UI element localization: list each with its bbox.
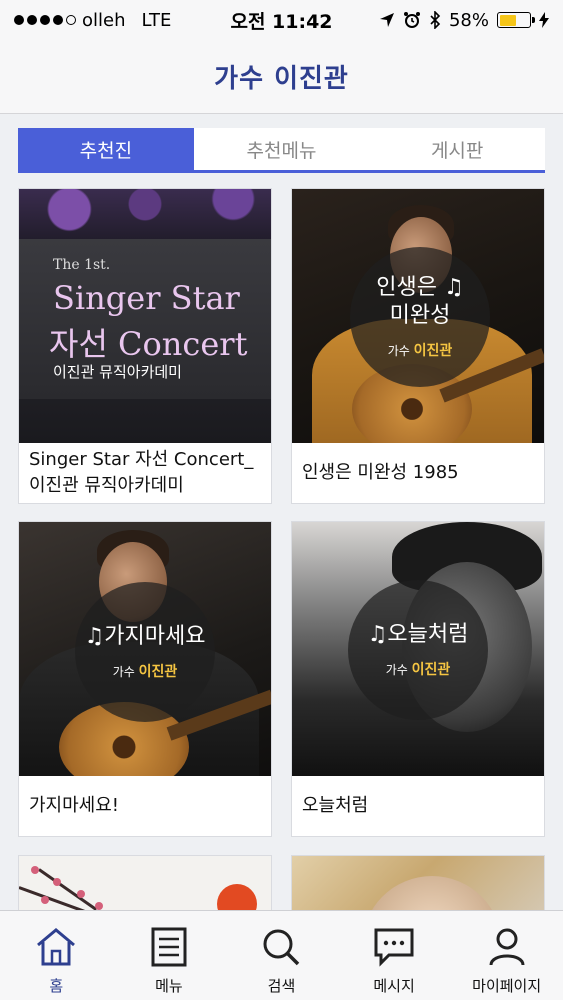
nav-label: 검색 [267, 977, 296, 995]
thumb-text: 이진관 뮤직아카데미 [53, 363, 182, 381]
search-icon [259, 925, 303, 969]
person-icon [485, 925, 529, 969]
card-thumbnail: ♫오늘처럼 가수 이진관 [292, 522, 544, 776]
tab-board[interactable]: 게시판 [369, 128, 545, 170]
status-time: 오전 11:42 [230, 10, 333, 33]
nav-mypage[interactable]: 마이페이지 [450, 911, 563, 1000]
title-circle: ♫오늘처럼 가수 이진관 [348, 580, 488, 720]
bluetooth-icon [430, 11, 441, 29]
bottom-navigation: 홈 메뉴 검색 메시지 마이페이지 [0, 910, 563, 1000]
card-caption: Singer Star 자선 Concert_이진관 뮤직아카데미 [29, 449, 254, 496]
status-right: 58% [359, 10, 549, 31]
tab-recommended[interactable]: 추천진 [18, 128, 194, 170]
message-icon [372, 925, 416, 969]
charging-bolt-icon [539, 12, 549, 28]
nav-label: 메뉴 [155, 977, 183, 995]
card-thumbnail: ♫가지마세요 가수 이진관 [19, 522, 271, 776]
signal-strength-icon [14, 15, 76, 25]
content-card[interactable]: ♫가지마세요 가수 이진관 가지마세요! [18, 521, 272, 837]
thumb-text: Singer Star [53, 279, 240, 317]
nav-menu[interactable]: 메뉴 [113, 911, 226, 1000]
tab-recommended-menu[interactable]: 추천메뉴 [194, 128, 370, 170]
nav-label: 메시지 [373, 977, 415, 995]
card-thumbnail: 인생은 ♫ 미완성 가수 이진관 [292, 189, 544, 443]
page-title: 가수 이진관 [214, 64, 349, 94]
thumb-text: 자선 Concert [49, 325, 248, 363]
battery-percent: 58% [448, 9, 489, 31]
card-caption: 오늘처럼 [302, 795, 369, 816]
nav-message[interactable]: 메시지 [338, 911, 451, 1000]
thumb-text: The 1st. [53, 257, 111, 273]
status-bar: olleh LTE 오전 11:42 58% [0, 0, 563, 40]
decorative-swirl [19, 189, 271, 239]
battery-level-fill [499, 14, 517, 26]
battery-icon [497, 12, 535, 28]
nav-search[interactable]: 검색 [225, 911, 338, 1000]
title-circle: ♫가지마세요 가수 이진관 [75, 582, 215, 722]
tab-bar: 추천진 추천메뉴 게시판 [18, 128, 545, 173]
card-thumbnail: The 1st. Singer Star 자선 Concert 이진관 뮤직아카… [19, 189, 271, 443]
menu-list-icon [147, 925, 191, 969]
network-label: LTE [141, 9, 172, 31]
title-circle: 인생은 ♫ 미완성 가수 이진관 [350, 247, 490, 387]
card-caption: 인생은 미완성 1985 [302, 462, 459, 483]
nav-label: 홈 [49, 977, 64, 995]
location-arrow-icon [379, 13, 394, 27]
alarm-clock-icon [403, 12, 420, 28]
card-caption: 가지마세요! [29, 795, 120, 816]
status-left: olleh LTE [14, 10, 204, 31]
nav-home[interactable]: 홈 [0, 911, 113, 1000]
nav-label: 마이페이지 [472, 977, 542, 995]
carrier-label: olleh [82, 9, 126, 31]
content-card[interactable]: ♫오늘처럼 가수 이진관 오늘처럼 [291, 521, 545, 837]
content-card[interactable]: The 1st. Singer Star 자선 Concert 이진관 뮤직아카… [18, 188, 272, 504]
app-header: 가수 이진관 [0, 40, 563, 114]
content-card[interactable]: 인생은 ♫ 미완성 가수 이진관 인생은 미완성 1985 [291, 188, 545, 504]
home-icon [34, 925, 78, 969]
